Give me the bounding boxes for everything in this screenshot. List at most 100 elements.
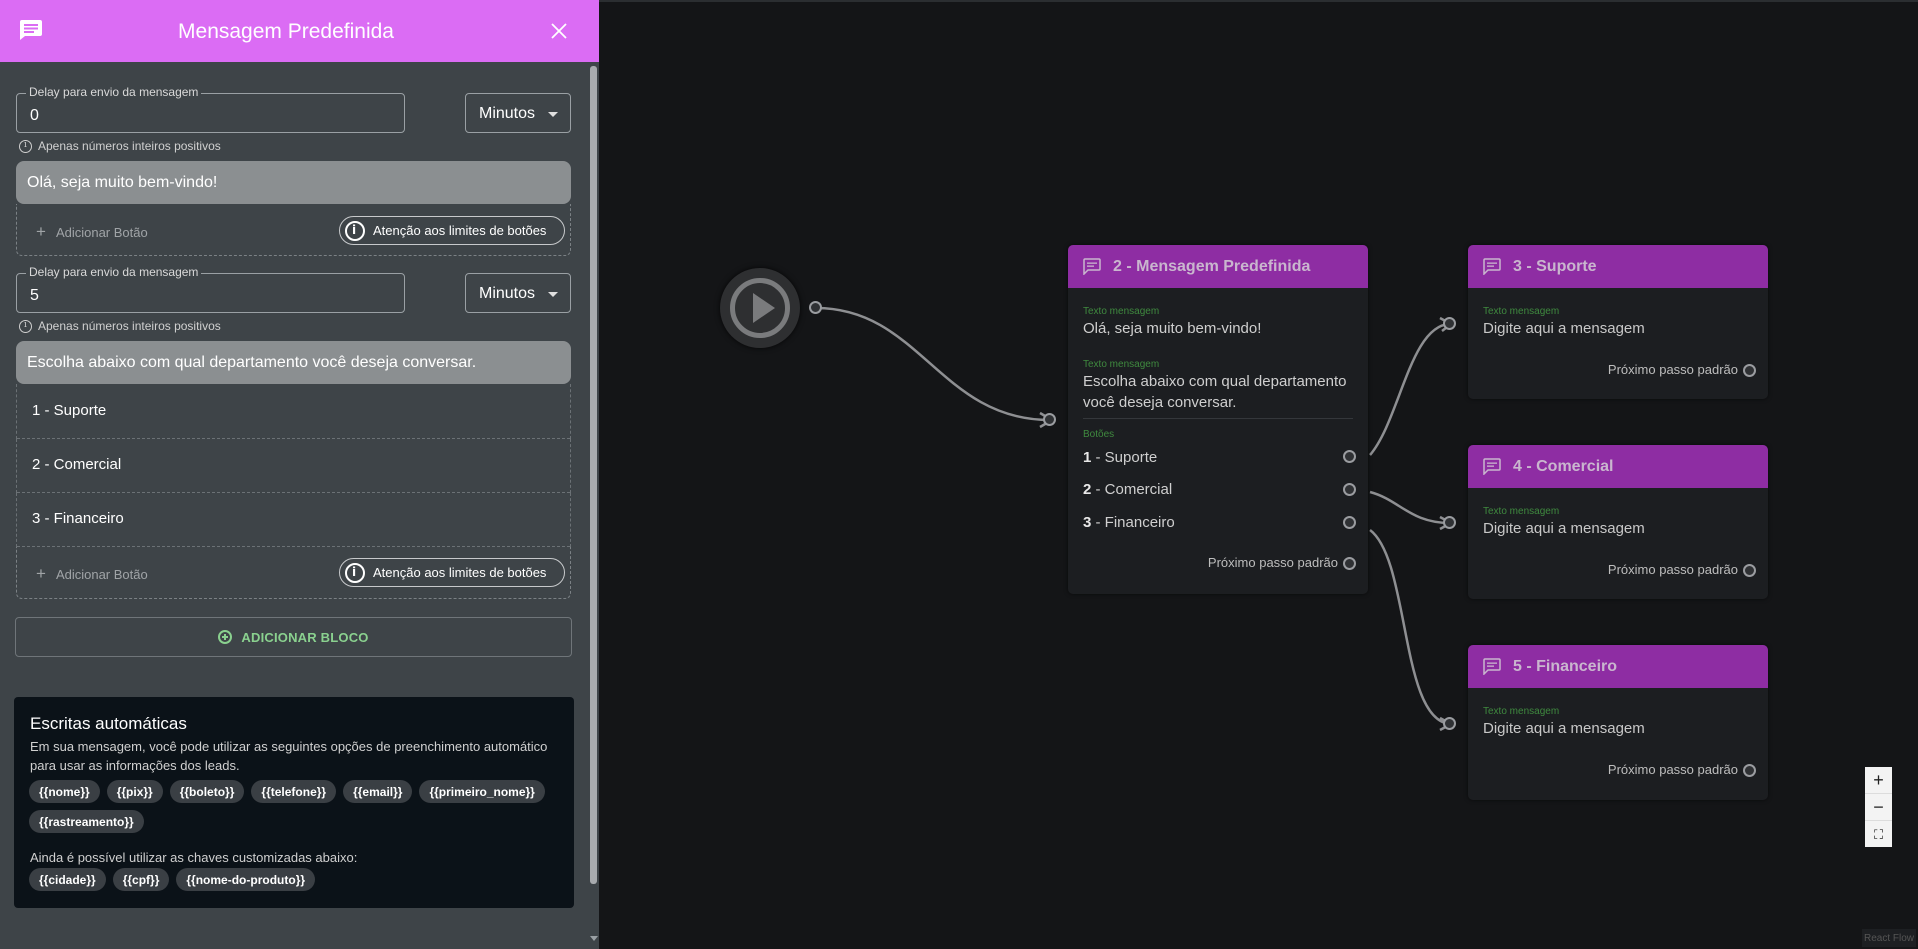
- delay-field-2: Delay para envio da mensagem: [16, 265, 405, 313]
- start-output-handle[interactable]: [809, 301, 822, 314]
- chat-outline-icon: [1483, 258, 1501, 275]
- panel-scrollbar[interactable]: [590, 66, 597, 884]
- suporte-input-handle[interactable]: [1443, 317, 1456, 330]
- node-header: 3 - Suporte: [1468, 245, 1768, 288]
- financeiro-default-handle[interactable]: [1743, 764, 1756, 777]
- node-comercial[interactable]: 4 - Comercial Texto mensagem Digite aqui…: [1468, 445, 1768, 599]
- fit-view-button[interactable]: ⛶: [1865, 821, 1892, 848]
- text-label: Texto mensagem: [1083, 306, 1160, 317]
- default-step-label: Próximo passo padrão: [1607, 562, 1738, 577]
- add-block-label: ADICIONAR BLOCO: [241, 629, 369, 645]
- zoom-out-button[interactable]: −: [1865, 794, 1892, 821]
- add-button-button-2[interactable]: + Adicionar Botão: [36, 564, 148, 584]
- button-limits-label-2: Atenção aos limites de botões: [373, 565, 547, 580]
- button-row-1[interactable]: 1 - Suporte: [16, 384, 571, 439]
- chip-pix[interactable]: {{pix}}: [106, 780, 163, 803]
- comercial-default-handle[interactable]: [1743, 564, 1756, 577]
- start-node[interactable]: [720, 268, 800, 348]
- comercial-input-handle[interactable]: [1443, 516, 1456, 529]
- button-1-handle[interactable]: [1343, 450, 1356, 463]
- add-button-label-2: Adicionar Botão: [55, 566, 148, 582]
- auto-fill-box: Escritas automáticas Em sua mensagem, vo…: [14, 697, 574, 908]
- panel-title: Mensagem Predefinida: [178, 20, 394, 43]
- suporte-default-handle[interactable]: [1743, 364, 1756, 377]
- custom-chips: {{cidade}} {{cpf}} {{nome-do-produto}}: [29, 868, 569, 891]
- node-financeiro[interactable]: 5 - Financeiro Texto mensagem Digite aqu…: [1468, 645, 1768, 800]
- default-step-label: Próximo passo padrão: [1607, 762, 1738, 777]
- add-block-button[interactable]: ADICIONAR BLOCO: [15, 617, 572, 657]
- text-label: Texto mensagem: [1083, 359, 1160, 370]
- chip-rastreamento[interactable]: {{rastreamento}}: [29, 810, 144, 833]
- button-row-label-3: 3 - Financeiro: [32, 510, 124, 527]
- info-icon: [19, 139, 32, 153]
- unit-select-2[interactable]: Minutos: [465, 273, 571, 313]
- default-step-label: Próximo passo padrão: [1207, 555, 1338, 570]
- chip-nome[interactable]: {{nome}}: [29, 780, 100, 803]
- unit-value-1: Minutos: [479, 105, 536, 122]
- chip-cpf[interactable]: {{cpf}}: [112, 868, 170, 891]
- zoom-in-button[interactable]: +: [1865, 767, 1892, 794]
- button-row-2[interactable]: 2 - Comercial: [16, 439, 571, 493]
- node-message-placeholder: Digite aqui a mensagem: [1483, 320, 1645, 337]
- node-title: 2 - Mensagem Predefinida: [1113, 258, 1311, 275]
- chevron-down-icon: [548, 112, 558, 117]
- auto-fill-chips: {{nome}} {{pix}} {{boleto}} {{telefone}}…: [29, 780, 569, 833]
- zoom-controls: + − ⛶: [1865, 767, 1892, 847]
- react-flow-attribution[interactable]: React Flow: [1862, 929, 1916, 947]
- button-row-label-1: 1 - Suporte: [32, 402, 107, 419]
- main-default-handle[interactable]: [1343, 557, 1356, 570]
- chip-telefone[interactable]: {{telefone}}: [251, 780, 337, 803]
- node-message-placeholder: Digite aqui a mensagem: [1483, 720, 1645, 737]
- delay-input-1[interactable]: [17, 94, 404, 132]
- close-icon[interactable]: [549, 21, 569, 41]
- plus-icon: +: [36, 564, 46, 583]
- node-mensagem-predefinida[interactable]: 2 - Mensagem Predefinida Texto mensagem …: [1068, 245, 1368, 594]
- info-icon: [345, 562, 365, 583]
- message-bubble-1[interactable]: Olá, seja muito bem-vindo!: [16, 161, 571, 204]
- button-limits-button-2[interactable]: Atenção aos limites de botões: [339, 558, 565, 587]
- node-header: 5 - Financeiro: [1468, 645, 1768, 688]
- add-button-button-1[interactable]: + Adicionar Botão: [36, 222, 148, 242]
- node-title: 5 - Financeiro: [1513, 658, 1618, 675]
- node-button-3: 3 - Financeiro: [1083, 514, 1175, 531]
- node-message-1: Olá, seja muito bem-vindo!: [1083, 320, 1262, 337]
- app: Mensagem Predefinida Delay para envio da…: [0, 0, 1918, 949]
- financeiro-input-handle[interactable]: [1443, 717, 1456, 730]
- main-input-handle[interactable]: [1043, 413, 1056, 426]
- scroll-down-icon[interactable]: [590, 936, 598, 941]
- text-label: Texto mensagem: [1483, 306, 1560, 317]
- node-header: 2 - Mensagem Predefinida: [1068, 245, 1368, 288]
- button-row-3[interactable]: 3 - Financeiro: [16, 493, 571, 547]
- edit-panel: Mensagem Predefinida Delay para envio da…: [0, 0, 599, 949]
- unit-value-2: Minutos: [479, 285, 536, 302]
- chip-email[interactable]: {{email}}: [343, 780, 413, 803]
- unit-select-1[interactable]: Minutos: [465, 93, 571, 133]
- node-message-2-line-2: você deseja conversar.: [1083, 394, 1237, 411]
- button-2-handle[interactable]: [1343, 483, 1356, 496]
- info-icon: [345, 220, 365, 241]
- node-title: 4 - Comercial: [1513, 458, 1614, 475]
- node-header: 4 - Comercial: [1468, 445, 1768, 488]
- add-circle-icon: [218, 630, 233, 644]
- node-suporte[interactable]: 3 - Suporte Texto mensagem Digite aqui a…: [1468, 245, 1768, 399]
- node-message-2-line-1: Escolha abaixo com qual departamento: [1083, 373, 1347, 390]
- delay-input-2[interactable]: [17, 274, 404, 312]
- add-button-label-1: Adicionar Botão: [55, 224, 148, 240]
- button-limits-button-1[interactable]: Atenção aos limites de botões: [339, 216, 565, 245]
- chip-nome-do-produto[interactable]: {{nome-do-produto}}: [176, 868, 316, 891]
- button-limits-label-1: Atenção aos limites de botões: [373, 223, 547, 238]
- text-label: Texto mensagem: [1483, 506, 1560, 517]
- chat-outline-icon: [1083, 258, 1101, 275]
- hint-2: Apenas números inteiros positivos: [19, 319, 221, 333]
- button-3-handle[interactable]: [1343, 516, 1356, 529]
- chip-primeiro-nome[interactable]: {{primeiro_nome}}: [419, 780, 545, 803]
- chip-cidade[interactable]: {{cidade}}: [29, 868, 106, 891]
- node-button-1: 1 - Suporte: [1083, 449, 1158, 466]
- message-text-2: Escolha abaixo com qual departamento voc…: [27, 354, 477, 371]
- play-icon: [753, 293, 775, 323]
- chip-boleto[interactable]: {{boleto}}: [169, 780, 245, 803]
- plus-icon: +: [36, 222, 46, 241]
- text-label: Texto mensagem: [1483, 706, 1560, 717]
- message-bubble-2[interactable]: Escolha abaixo com qual departamento voc…: [16, 341, 571, 384]
- default-step-label: Próximo passo padrão: [1607, 362, 1738, 377]
